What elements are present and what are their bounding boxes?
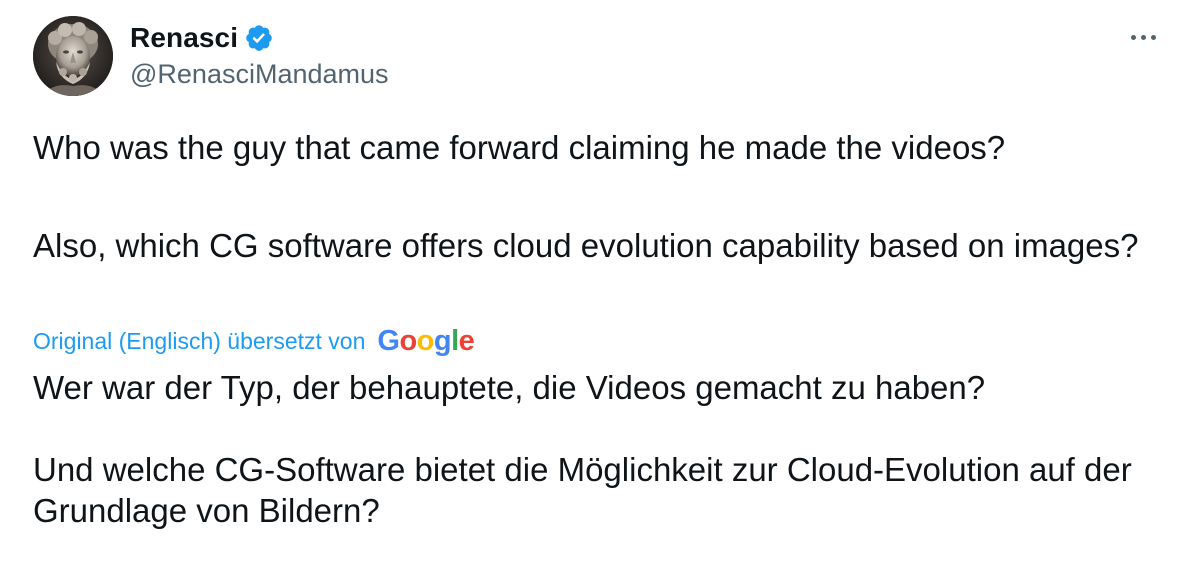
tweet-text-original-paragraph: Who was the guy that came forward claimi…: [33, 129, 1006, 166]
avatar[interactable]: [33, 16, 113, 96]
translation-attribution: Original (Englisch) übersetzt von Google: [33, 322, 475, 360]
google-logo: Google: [377, 324, 475, 357]
author-display-name[interactable]: Renasci: [130, 22, 238, 54]
more-options-button[interactable]: [1122, 22, 1164, 52]
verified-badge-icon[interactable]: [244, 23, 274, 53]
tweet-card: Renasci @RenasciMandamus Who was the guy…: [0, 0, 1202, 564]
tweet-text-original-paragraph: Also, which CG software offers cloud evo…: [33, 227, 1139, 264]
marble-bust-avatar-icon: [33, 16, 113, 96]
more-options-icon-dot: [1140, 34, 1146, 40]
author-handle[interactable]: @RenasciMandamus: [130, 59, 389, 90]
more-options-icon-dot: [1150, 34, 1156, 40]
more-options-icon: [1130, 34, 1136, 40]
author-name-row: Renasci: [130, 18, 274, 58]
tweet-text-translated-paragraph: Wer war der Typ, der behauptete, die Vid…: [33, 369, 986, 406]
tweet-text-translated-paragraph: Und welche CG-Software bietet die Möglic…: [33, 451, 1132, 529]
translation-label-link[interactable]: Original (Englisch) übersetzt von: [33, 328, 365, 355]
